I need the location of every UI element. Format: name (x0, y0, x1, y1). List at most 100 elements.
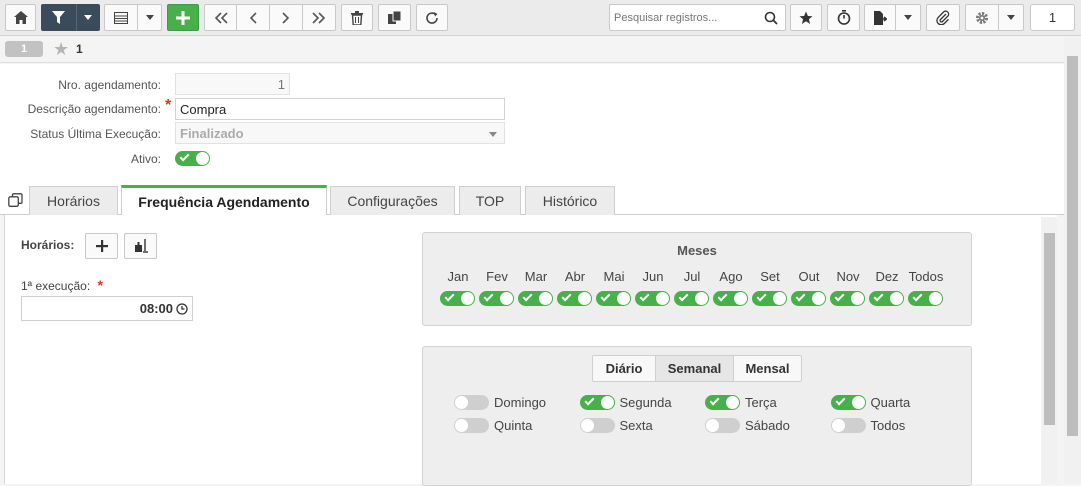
toggle-knob (500, 292, 513, 306)
list-view-icon (114, 11, 128, 24)
search-input[interactable] (610, 5, 760, 30)
month-toggle-jan[interactable] (440, 291, 475, 307)
month-toggle-jul[interactable] (674, 291, 709, 307)
toggle-knob (455, 396, 468, 409)
day-toggle-segunda[interactable] (579, 395, 615, 410)
day-toggle-quarta[interactable] (830, 395, 866, 410)
last-record-button[interactable] (303, 4, 336, 31)
month-toggle-mai[interactable] (596, 291, 631, 307)
descricao-agendamento-label: Descrição agendamento: (27, 102, 161, 116)
descricao-agendamento-field[interactable]: Compra (175, 98, 505, 120)
month-toggle-set[interactable] (752, 291, 787, 307)
toggle-knob (196, 152, 209, 166)
month-toggle-wrap (596, 290, 631, 307)
tab-horarios[interactable]: Horários (29, 186, 118, 215)
ativo-toggle[interactable] (175, 151, 210, 167)
tab-content: Horários: 1ª execução: * 08:00 Meses Jan… (4, 215, 1057, 486)
day-toggle-quinta[interactable] (454, 418, 489, 433)
timer-button[interactable] (827, 4, 860, 31)
day-toggle-terca[interactable] (705, 395, 740, 410)
horarios-label: Horários: (21, 238, 75, 252)
check-icon (584, 395, 594, 406)
month-toggle-abr[interactable] (557, 291, 592, 307)
check-icon (835, 395, 845, 406)
month-toggle-nov[interactable] (830, 291, 865, 307)
tab-configuracoes[interactable]: Configurações (330, 186, 455, 215)
duplicate-button[interactable] (378, 4, 411, 31)
first-record-button[interactable] (204, 4, 237, 31)
page-scrollbar[interactable] (1064, 37, 1081, 484)
toggle-knob (578, 292, 591, 306)
grid-view-dropdown-button[interactable] (138, 4, 162, 31)
record-badge[interactable]: 1 (5, 41, 43, 57)
check-icon (912, 291, 923, 302)
chevron-down-icon (1007, 15, 1015, 20)
day-item-terca: Terça (705, 395, 777, 410)
month-toggle-todos[interactable] (908, 291, 943, 307)
check-icon (717, 291, 728, 302)
tab-frequencia-agendamento[interactable]: Frequência Agendamento (121, 185, 327, 215)
day-label: Sexta (619, 418, 653, 433)
stopwatch-icon (837, 10, 850, 25)
month-toggle-ago[interactable] (713, 291, 748, 307)
search-icon[interactable] (764, 11, 778, 25)
inner-scrollbar[interactable] (1041, 217, 1057, 484)
page-scrollbar-thumb[interactable] (1067, 56, 1078, 436)
add-horario-button[interactable] (85, 233, 118, 259)
filter-dropdown-button[interactable] (76, 4, 100, 31)
refresh-button[interactable] (416, 4, 448, 31)
tab-diario[interactable]: Diário (592, 355, 656, 382)
settings-dropdown-button[interactable] (999, 4, 1024, 31)
attachments-button[interactable] (926, 4, 960, 31)
day-toggle-sabado[interactable] (705, 418, 740, 433)
star-icon[interactable]: ★ (53, 39, 69, 59)
next-record-button[interactable] (270, 4, 303, 31)
tab-historico[interactable]: Histórico (525, 186, 615, 215)
day-toggle-domingo[interactable] (454, 395, 489, 410)
duplicate-window-icon[interactable] (8, 193, 23, 207)
month-toggle-mar[interactable] (518, 291, 553, 307)
toggle-knob (773, 292, 786, 306)
tab-semanal[interactable]: Semanal (655, 355, 734, 382)
month-toggle-dez[interactable] (869, 291, 904, 307)
toggle-knob (695, 292, 708, 306)
settings-button[interactable] (965, 4, 999, 31)
filter-icon (52, 11, 65, 24)
month-toggle-wrap (752, 290, 787, 307)
plus-icon (95, 240, 108, 252)
export-dropdown-button[interactable] (896, 4, 921, 31)
clock-icon[interactable] (176, 302, 188, 315)
month-label-out: Out (798, 269, 820, 284)
month-toggle-out[interactable] (791, 291, 826, 307)
tab-top[interactable]: TOP (459, 186, 521, 215)
day-toggle-sexta[interactable] (579, 418, 615, 433)
month-toggle-fev[interactable] (479, 291, 514, 307)
search-box (609, 4, 786, 31)
filter-button[interactable] (41, 4, 76, 31)
toggle-knob (812, 292, 825, 306)
home-button[interactable] (5, 4, 36, 31)
frequencia-panel: Diário Semanal Mensal Domingo Segunda Terç… (422, 346, 972, 486)
nro-agendamento-label: Nro. agendamento: (58, 78, 161, 92)
export-button[interactable] (864, 4, 896, 31)
toggle-knob (851, 396, 865, 409)
primeira-execucao-field[interactable]: 08:00 (21, 296, 193, 321)
day-toggle-todos[interactable] (830, 418, 866, 433)
grid-view-button[interactable] (104, 4, 138, 31)
tab-mensal[interactable]: Mensal (733, 355, 802, 382)
toggle-knob (706, 419, 719, 432)
month-toggle-jun[interactable] (635, 291, 670, 307)
previous-record-button[interactable] (237, 4, 270, 31)
clear-horarios-button[interactable] (124, 233, 157, 259)
month-label-jun: Jun (642, 269, 664, 284)
delete-button[interactable] (341, 4, 373, 31)
add-record-button[interactable] (167, 4, 199, 31)
day-item-quinta: Quinta (454, 418, 532, 433)
month-label-jan: Jan (447, 269, 469, 284)
check-icon (795, 291, 806, 302)
primeira-execucao-value: 08:00 (139, 301, 173, 316)
inner-scrollbar-thumb[interactable] (1044, 233, 1055, 425)
meses-title: Meses (677, 243, 717, 258)
favorites-button[interactable] (790, 4, 822, 31)
page-number[interactable]: 1 (1030, 4, 1075, 31)
